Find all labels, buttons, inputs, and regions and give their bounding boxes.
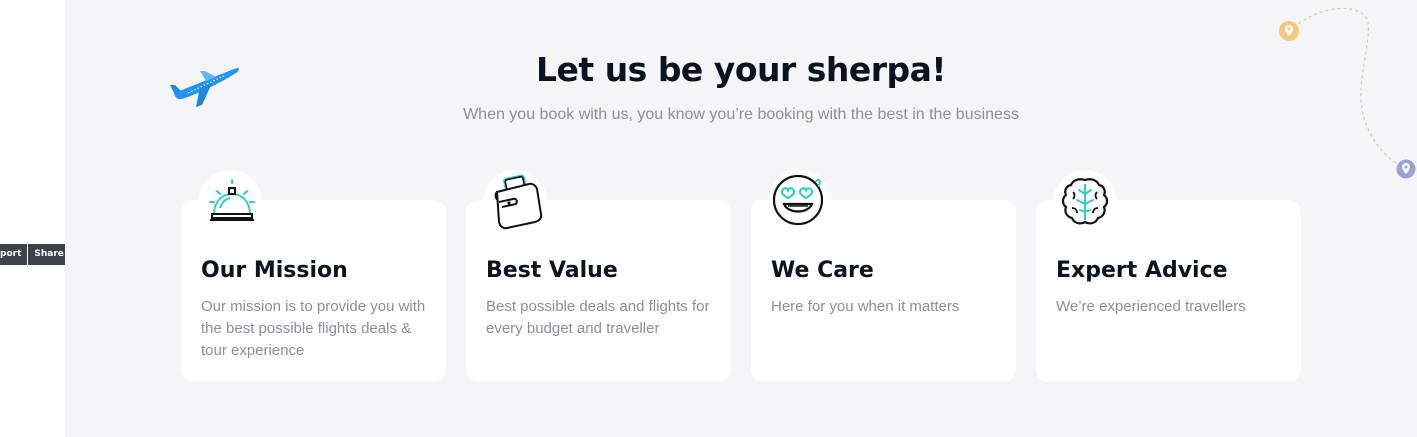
feature-card-value: Best Value Best possible deals and fligh… [466, 170, 731, 382]
card-title: Our Mission [201, 258, 348, 283]
card-description: We’re experienced travellers [1056, 298, 1246, 315]
service-bell-icon [198, 170, 262, 234]
card-description: Our mission is to provide you with the b… [201, 298, 426, 359]
map-pin-icon [1279, 21, 1299, 41]
feature-card-advice: Expert Advice We’re experienced travelle… [1036, 170, 1301, 382]
report-button[interactable]: port [0, 244, 28, 265]
features-section: Let us be your sherpa! When you book wit… [65, 0, 1417, 437]
section-subtitle: When you book with us, you know you’re b… [463, 106, 1019, 123]
left-gutter [0, 0, 65, 437]
feature-card-mission: Our Mission Our mission is to provide yo… [181, 170, 446, 382]
card-description: Best possible deals and flights for ever… [486, 298, 710, 337]
heart-eyes-smiley-icon [768, 170, 832, 234]
card-description: Here for you when it matters [771, 298, 960, 315]
feature-card-care: We Care Here for you when it matters [751, 170, 1016, 382]
map-pin-icon [1396, 159, 1416, 179]
card-title: Expert Advice [1056, 258, 1228, 283]
route-decoration [1279, 8, 1416, 179]
card-title: Best Value [486, 258, 618, 283]
wallet-icon [483, 170, 547, 234]
card-title: We Care [771, 258, 874, 283]
brain-icon [1053, 170, 1117, 234]
floating-toolbar: port Share [0, 244, 74, 265]
share-button[interactable]: Share [28, 244, 70, 265]
section-title: Let us be your sherpa! [536, 50, 946, 89]
